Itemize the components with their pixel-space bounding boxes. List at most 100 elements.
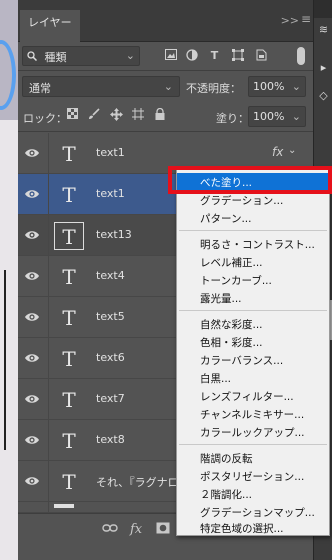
menu-item-brightness-contrast[interactable]: 明るさ・コントラスト... <box>177 235 329 253</box>
type-layer-icon: T <box>62 142 76 166</box>
blend-row: 通常 ⌄ 不透明度： 100% ⌄ <box>18 76 313 98</box>
menu-item-posterize[interactable]: ポスタリゼーション... <box>177 467 329 485</box>
layer-name[interactable]: text8 <box>96 433 125 446</box>
filter-kind-select[interactable]: 種類 ⌄ <box>22 46 140 66</box>
image-filter-icon[interactable] <box>164 49 177 62</box>
type-layer-icon: T <box>62 388 76 412</box>
expand-dock-icon[interactable]: ▸ <box>316 60 331 75</box>
blend-mode-select[interactable]: 通常 ⌄ <box>22 76 180 97</box>
blend-mode-value: 通常 <box>29 82 51 95</box>
layer-name[interactable]: text6 <box>96 351 125 364</box>
menu-item-channel-mixer[interactable]: チャンネルミキサー... <box>177 405 329 423</box>
canvas-artwork-left <box>0 0 18 560</box>
menu-item-threshold[interactable]: ２階調化... <box>177 485 329 503</box>
move-icon[interactable] <box>108 108 124 124</box>
menu-item-color-lookup[interactable]: カラールックアップ... <box>177 423 329 441</box>
search-icon <box>27 51 41 64</box>
divider <box>48 338 49 379</box>
menu-separator <box>179 444 327 445</box>
panel-collapse-icon[interactable]: >> <box>281 14 299 27</box>
shape-filter-icon[interactable] <box>231 49 244 62</box>
divider <box>48 461 49 502</box>
panel-menu-icon[interactable]: ≡ <box>301 12 311 26</box>
menu-item-invert[interactable]: 階調の反転 <box>177 449 329 467</box>
lock-label: ロック： <box>23 112 67 125</box>
layers-dock-icon[interactable]: ≋ <box>316 22 331 37</box>
layer-name[interactable]: text7 <box>96 392 125 405</box>
menu-item-photo-filter[interactable]: レンズフィルター... <box>177 387 329 405</box>
menu-item-levels[interactable]: レベル補正... <box>177 253 329 271</box>
type-filter-icon[interactable]: T <box>208 49 221 62</box>
lock-row: ロック： 塗り： 100% ⌄ <box>18 106 313 128</box>
filter-row: 種類 ⌄ T <box>18 44 313 68</box>
visibility-eye-icon[interactable] <box>24 309 40 325</box>
divider <box>48 420 49 461</box>
fill-value: 100% <box>253 110 285 123</box>
type-layer-icon: T <box>62 347 76 371</box>
add-mask-icon[interactable] <box>156 522 170 538</box>
chevron-down-icon: ⌄ <box>291 110 301 123</box>
visibility-eye-icon[interactable] <box>24 432 40 448</box>
layer-name[interactable]: text1 <box>96 187 125 200</box>
layer-thumbnail-partial <box>54 504 74 508</box>
type-layer-icon: T <box>54 222 84 250</box>
fill-input[interactable]: 100% ⌄ <box>248 106 306 127</box>
layer-name[interactable]: text1 <box>96 146 125 159</box>
menu-item-exposure[interactable]: 露光量... <box>177 289 329 307</box>
dock-top <box>314 0 332 18</box>
chevron-down-icon: ⌄ <box>291 80 301 93</box>
divider <box>48 379 49 420</box>
link-layers-icon[interactable] <box>102 522 118 537</box>
visibility-eye-icon[interactable] <box>24 268 40 284</box>
properties-dock-icon[interactable]: ◇ <box>316 88 331 103</box>
menu-item-pattern[interactable]: パターン... <box>177 209 329 227</box>
type-layer-icon: T <box>62 429 76 453</box>
menu-item-hue-saturation[interactable]: 色相・彩度... <box>177 333 329 351</box>
chevron-down-icon[interactable]: ⌄ <box>288 145 296 156</box>
opacity-value: 100% <box>253 80 285 93</box>
type-layer-icon: T <box>62 183 76 207</box>
menu-item-black-white[interactable]: 白黒... <box>177 369 329 387</box>
type-layer-icon: T <box>62 265 76 289</box>
lock-icon[interactable] <box>152 107 168 124</box>
divider <box>48 502 49 513</box>
type-layer-icon: T <box>62 306 76 330</box>
type-layer-icon: T <box>62 470 76 494</box>
panel-tab-bar: レイヤー >> ≡ <box>18 0 313 42</box>
layer-name[interactable]: text13 <box>96 228 132 241</box>
fill-label: 塗り： <box>216 112 249 125</box>
fx-icon[interactable]: fx <box>272 145 283 159</box>
smart-object-filter-icon[interactable] <box>255 49 268 62</box>
visibility-eye-icon[interactable] <box>24 350 40 366</box>
divider <box>48 174 49 215</box>
layer-name[interactable]: text5 <box>96 310 125 323</box>
visibility-eye-icon[interactable] <box>24 473 40 489</box>
divider <box>18 131 313 132</box>
fx-button[interactable]: fx <box>130 522 142 537</box>
menu-item-color-balance[interactable]: カラーバランス... <box>177 351 329 369</box>
visibility-eye-icon[interactable] <box>24 145 40 161</box>
menu-separator <box>179 230 327 231</box>
visibility-eye-icon[interactable] <box>24 227 40 243</box>
filter-toggle[interactable] <box>297 47 305 65</box>
menu-item-curves[interactable]: トーンカーブ... <box>177 271 329 289</box>
tab-layers[interactable]: レイヤー <box>20 10 80 42</box>
divider <box>48 256 49 297</box>
brush-icon[interactable] <box>86 108 102 124</box>
menu-item-selective-color[interactable]: 特定色域の選択... <box>177 519 329 537</box>
menu-item-vibrance[interactable]: 自然な彩度... <box>177 315 329 333</box>
artboard-icon[interactable] <box>130 108 146 124</box>
adjustment-filter-icon[interactable] <box>185 49 198 62</box>
adjustment-layer-menu: べた塗り... グラデーション... パターン... 明るさ・コントラスト...… <box>176 168 330 536</box>
layer-name[interactable]: text4 <box>96 269 125 282</box>
chevron-down-icon: ⌄ <box>125 49 135 62</box>
lock-transparent-icon[interactable] <box>64 108 80 124</box>
divider <box>48 215 49 256</box>
visibility-eye-icon[interactable] <box>24 186 40 202</box>
canvas-art-outline <box>4 270 6 450</box>
chevron-down-icon: ⌄ <box>163 80 173 93</box>
opacity-input[interactable]: 100% ⌄ <box>248 76 306 97</box>
visibility-eye-icon[interactable] <box>24 391 40 407</box>
annotation-highlight-box <box>168 166 332 194</box>
opacity-label: 不透明度： <box>186 82 241 95</box>
